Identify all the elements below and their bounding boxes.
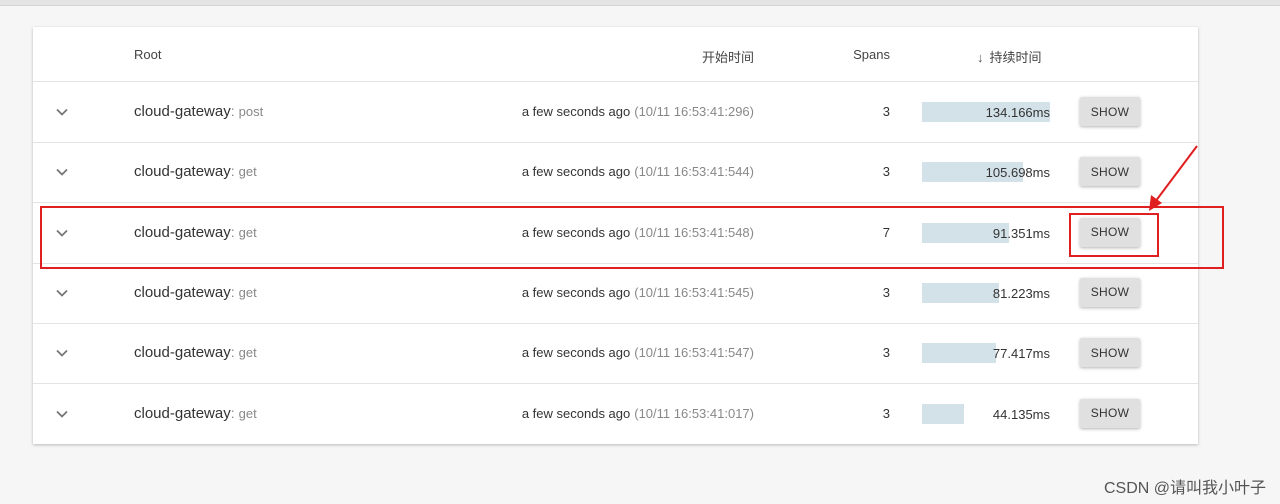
absolute-time: (10/11 16:53:41:545) (634, 284, 754, 300)
root-cell: cloud-gateway: get (134, 405, 257, 422)
operation-name: post (238, 104, 264, 119)
duration-bar (922, 282, 1000, 303)
spans-count: 3 (882, 345, 890, 361)
table-row[interactable]: cloud-gateway: get a few seconds ago (10/1… (33, 263, 1198, 324)
header-root[interactable]: Root (134, 47, 161, 62)
relative-time: a few seconds ago (521, 224, 631, 240)
duration-value: 134.166ms (985, 105, 1050, 120)
name-separator: : (230, 404, 235, 421)
absolute-time: (10/11 16:53:41:547) (634, 345, 754, 361)
operation-name: get (238, 405, 257, 421)
service-name: cloud-gateway (134, 404, 231, 422)
root-cell: cloud-gateway: get (134, 344, 257, 361)
table-row[interactable]: cloud-gateway: get a few seconds ago (10/1… (33, 203, 1198, 264)
name-separator: : (230, 103, 235, 119)
name-separator: : (230, 283, 235, 300)
duration-cell: 105.698ms (922, 162, 1050, 183)
root-cell: cloud-gateway: get (134, 224, 257, 241)
operation-name: get (238, 284, 257, 300)
header-duration[interactable]: ↓ 持续时间 (977, 47, 1042, 66)
relative-time: a few seconds ago (521, 104, 631, 119)
duration-cell: 91.351ms (922, 222, 1050, 243)
chevron-down-icon[interactable] (55, 165, 69, 179)
name-separator: : (230, 344, 235, 361)
name-separator: : (230, 163, 235, 180)
duration-cell: 81.223ms (922, 282, 1050, 303)
show-button[interactable]: SHOW (1080, 157, 1140, 187)
absolute-time: (10/11 16:53:41:296) (634, 104, 754, 119)
duration-cell: 44.135ms (922, 403, 1050, 424)
relative-time: a few seconds ago (521, 284, 631, 300)
operation-name: get (238, 224, 257, 240)
show-button[interactable]: SHOW (1080, 97, 1140, 126)
duration-bar (922, 403, 965, 424)
chevron-down-icon[interactable] (55, 105, 69, 119)
duration-cell: 134.166ms (922, 102, 1050, 122)
operation-name: get (238, 345, 257, 361)
service-name: cloud-gateway (134, 223, 231, 241)
root-cell: cloud-gateway: get (134, 284, 257, 301)
chevron-down-icon[interactable] (55, 346, 69, 360)
start-time-cell: a few seconds ago (10/11 16:53:41:017) (522, 406, 754, 421)
service-name: cloud-gateway (134, 283, 231, 301)
relative-time: a few seconds ago (521, 405, 631, 421)
root-cell: cloud-gateway: post (134, 103, 263, 120)
name-separator: : (230, 223, 235, 240)
start-time-cell: a few seconds ago (10/11 16:53:41:545) (522, 285, 754, 300)
service-name: cloud-gateway (134, 344, 231, 362)
spans-count: 3 (882, 104, 890, 119)
service-name: cloud-gateway (134, 163, 231, 181)
spans-count: 3 (882, 164, 890, 180)
show-button[interactable]: SHOW (1080, 398, 1140, 428)
start-time-cell: a few seconds ago (10/11 16:53:41:548) (522, 225, 754, 240)
header-start-time[interactable]: 开始时间 (702, 47, 754, 66)
service-name: cloud-gateway (134, 103, 231, 120)
table-row[interactable]: cloud-gateway: get a few seconds ago (10/1… (33, 384, 1198, 444)
top-border (0, 0, 1280, 6)
spans-count: 3 (882, 284, 890, 300)
show-button[interactable]: SHOW (1080, 338, 1140, 368)
start-time-cell: a few seconds ago (10/11 16:53:41:544) (522, 164, 754, 179)
absolute-time: (10/11 16:53:41:017) (634, 405, 754, 421)
chevron-down-icon[interactable] (55, 226, 69, 240)
spans-count: 7 (882, 224, 890, 240)
duration-cell: 77.417ms (922, 343, 1050, 364)
table-header: Root 开始时间 Spans ↓ 持续时间 (33, 27, 1198, 82)
relative-time: a few seconds ago (521, 345, 631, 361)
duration-value: 91.351ms (992, 225, 1050, 241)
operation-name: get (238, 164, 257, 180)
duration-bar (922, 343, 996, 364)
chevron-down-icon[interactable] (55, 286, 69, 300)
sort-arrow-down-icon: ↓ (977, 50, 984, 65)
header-spans[interactable]: Spans (853, 47, 890, 62)
table-row[interactable]: cloud-gateway: get a few seconds ago (10/1… (33, 142, 1198, 204)
absolute-time: (10/11 16:53:41:544) (634, 164, 754, 180)
table-row[interactable]: cloud-gateway: post a few seconds ago (10/… (33, 82, 1198, 143)
header-duration-label: 持续时间 (989, 50, 1042, 65)
duration-value: 105.698ms (985, 165, 1050, 181)
start-time-cell: a few seconds ago (10/11 16:53:41:296) (522, 104, 754, 119)
absolute-time: (10/11 16:53:41:548) (634, 224, 754, 240)
root-cell: cloud-gateway: get (134, 163, 257, 180)
relative-time: a few seconds ago (521, 164, 631, 180)
duration-value: 81.223ms (992, 285, 1050, 301)
show-button[interactable]: SHOW (1080, 217, 1140, 247)
start-time-cell: a few seconds ago (10/11 16:53:41:547) (522, 345, 754, 360)
chevron-down-icon[interactable] (55, 407, 69, 421)
spans-count: 3 (882, 405, 890, 421)
table-row[interactable]: cloud-gateway: get a few seconds ago (10/1… (33, 323, 1198, 385)
traces-table: Root 开始时间 Spans ↓ 持续时间 cloud-gateway: post… (33, 27, 1198, 444)
watermark: CSDN @请叫我小叶子 (1103, 480, 1266, 497)
show-button[interactable]: SHOW (1080, 277, 1140, 307)
duration-value: 77.417ms (992, 346, 1050, 362)
duration-value: 44.135ms (992, 406, 1050, 422)
